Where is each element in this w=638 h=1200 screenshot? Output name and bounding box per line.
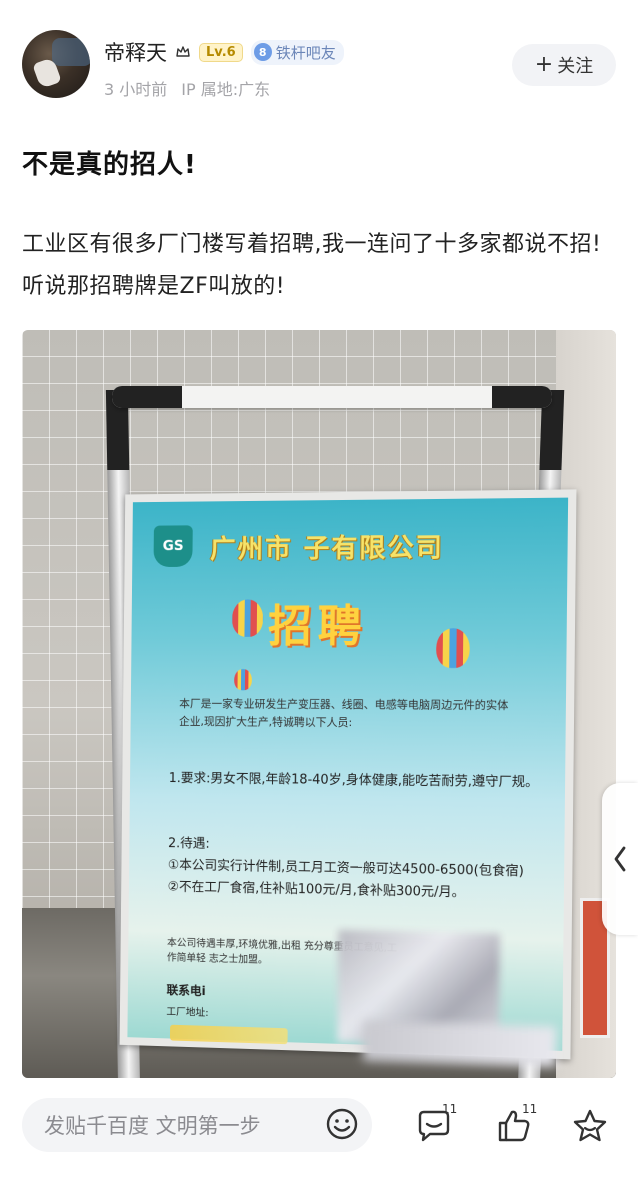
star-icon[interactable] [570,1106,610,1146]
post-body: 工业区有很多厂门楼写着招聘,我一连问了十多家都说不招!听说那招聘牌是ZF叫放的! [22,224,616,308]
username[interactable]: 帝释天 [104,37,167,67]
recruitment-sign: GS 广州市 子有限公司 招聘 本厂是一家专业研发生产变压器、线圈、电感等电脑周… [120,489,577,1059]
post-title: 不是真的招人! [22,144,197,181]
post-photo[interactable]: GS 广州市 子有限公司 招聘 本厂是一家专业研发生产变压器、线圈、电感等电脑周… [22,330,616,1078]
crown-icon [175,44,191,60]
sign-pay: 2.待遇: ①本公司实行计件制,员工月工资一般可达4500-6500(包食宿) … [168,833,559,906]
post-meta: 3 小时前 IP 属地:广东 [104,76,270,100]
bottom-action-bar: 发贴千百度 文明第一步 11 11 [0,1094,638,1164]
fan-badge-icon: 8 [254,43,272,61]
balloon-icon [436,628,470,668]
username-row: 帝释天 Lv.6 8 铁杆吧友 [104,38,344,66]
follow-button[interactable]: + 关注 [512,44,616,86]
balloon-icon [232,599,263,637]
post-header: 帝释天 Lv.6 8 铁杆吧友 3 小时前 IP 属地:广东 + 关注 [0,0,638,110]
follow-label: 关注 [557,52,593,78]
sign-intro: 本厂是一家专业研发生产变压器、线圈、电感等电脑周边元件的实体企业,现因扩大生产,… [179,695,519,733]
sign-contact-label: 联系电i [167,981,206,999]
sign-frame-grip-right [492,386,552,408]
plus-icon: + [535,54,553,76]
fan-badge: 8 铁杆吧友 [251,40,344,65]
avatar[interactable] [22,30,90,98]
ip-location: IP 属地:广东 [181,76,270,100]
company-logo: GS [154,525,193,567]
sign-address-label: 工厂地址: [166,1003,208,1019]
fan-badge-label: 铁杆吧友 [276,42,336,63]
sign-frame-top [112,386,552,408]
redacted-area-bottom [363,1021,556,1067]
post-time: 3 小时前 [104,76,167,100]
sign-headline: 招聘 [268,590,368,654]
avatar-shade [52,38,90,66]
like-count: 11 [522,1102,537,1116]
reply-input[interactable]: 发贴千百度 文明第一步 [22,1098,372,1152]
sign-company-name: 广州市 子有限公司 [210,527,444,566]
comment-count: 11 [442,1102,457,1116]
level-badge: Lv.6 [199,43,243,62]
emoji-icon[interactable] [324,1106,360,1142]
balloon-icon [234,669,252,690]
side-drawer-tab[interactable] [602,783,638,935]
sign-footer-strip [170,1025,288,1045]
chevron-left-icon [613,845,627,873]
sign-frame-grip-left [112,386,182,408]
sign-requirements: 1.要求:男女不限,年龄18-40岁,身体健康,能吃苦耐劳,遵守厂规。 [169,768,549,794]
